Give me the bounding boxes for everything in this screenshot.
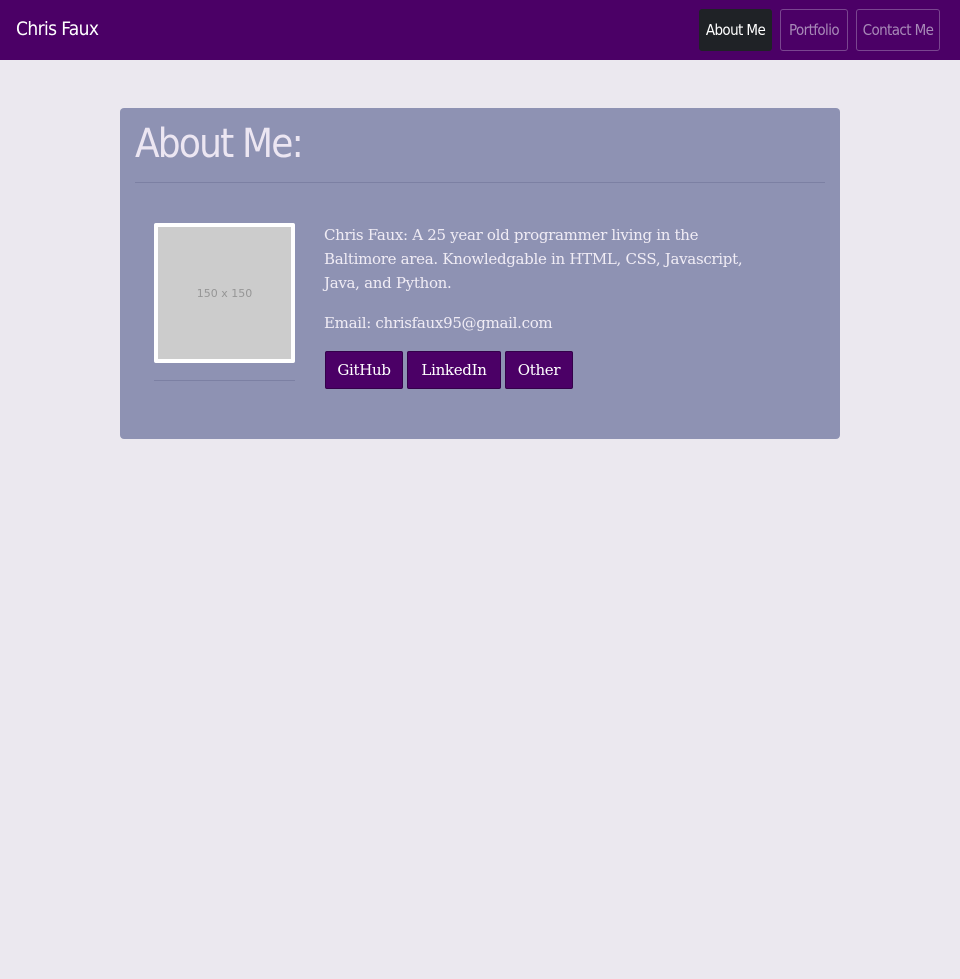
nav-about-me[interactable]: About Me — [699, 9, 772, 51]
brand-link[interactable]: Chris Faux — [16, 15, 99, 43]
nav-contact-me[interactable]: Contact Me — [856, 9, 940, 51]
email-text: Email: chrisfaux95@gmail.com — [324, 314, 553, 332]
bio-text: Chris Faux: A 25 year old programmer liv… — [324, 226, 743, 292]
linkedin-button[interactable]: LinkedIn — [407, 351, 501, 389]
github-button[interactable]: GitHub — [325, 351, 403, 389]
nav-portfolio[interactable]: Portfolio — [780, 9, 848, 51]
photo-placeholder-label: 150 x 150 — [196, 286, 253, 300]
navbar: Chris Faux About Me Portfolio Contact Me — [0, 0, 960, 60]
about-card: About Me: 150 x 150 Chris Faux: A 25 yea… — [120, 108, 840, 439]
profile-photo: 150 x 150 — [154, 223, 295, 363]
heading-divider — [135, 182, 825, 183]
photo-divider — [154, 380, 295, 381]
about-heading: About Me: — [135, 121, 304, 167]
other-button[interactable]: Other — [505, 351, 573, 389]
